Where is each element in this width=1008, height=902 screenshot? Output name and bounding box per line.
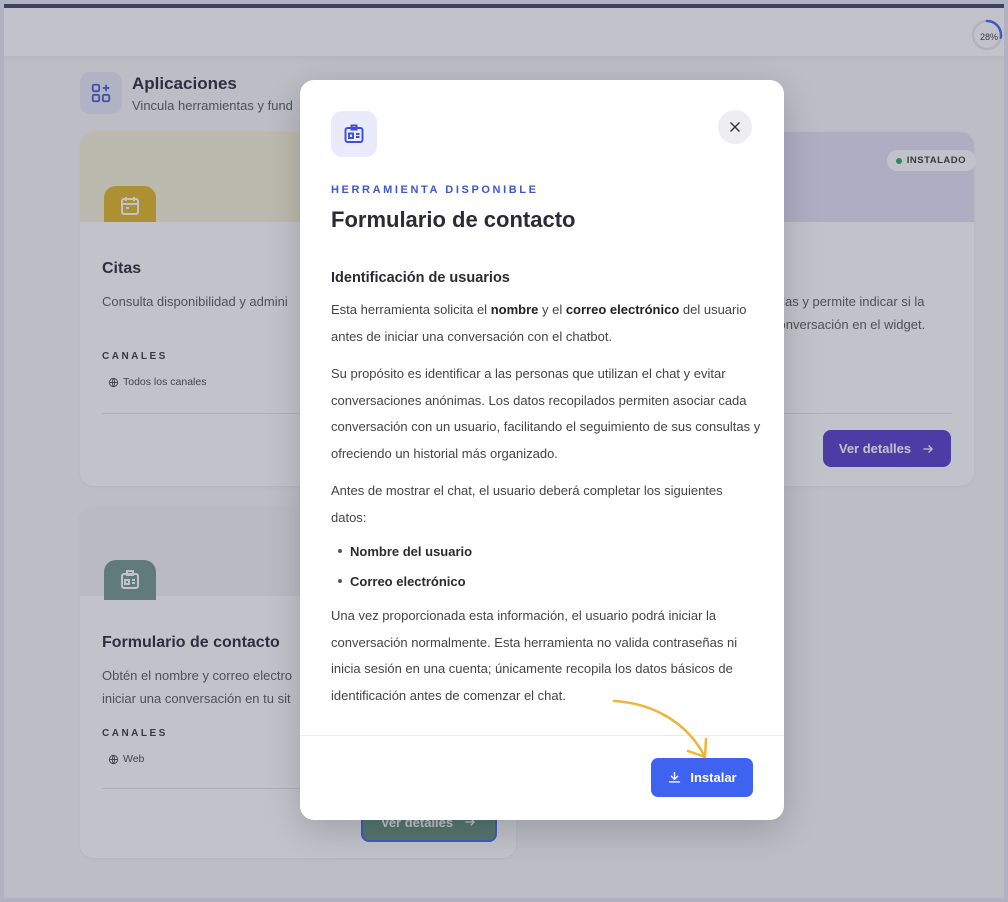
text: y el xyxy=(538,302,566,317)
paragraph: Su propósito es identificar a las person… xyxy=(331,366,761,461)
modal-eyebrow: HERRAMIENTA DISPONIBLE xyxy=(331,184,539,196)
close-button[interactable] xyxy=(718,110,752,144)
modal-title: Formulario de contacto xyxy=(331,207,576,232)
text-bold: correo electrónico xyxy=(565,302,680,317)
install-button-label: Instalar xyxy=(690,770,737,785)
paragraph: Una vez proporcionada esta información, … xyxy=(331,608,738,703)
text-bold: nombre xyxy=(490,302,539,317)
list-item: Correo electrónico xyxy=(331,572,761,591)
text: Esta herramienta solicita el xyxy=(331,302,491,317)
close-icon xyxy=(730,122,740,132)
paragraph: Antes de mostrar el chat, el usuario deb… xyxy=(331,483,723,525)
download-icon xyxy=(669,771,681,783)
pointer-arrow-annotation xyxy=(612,699,708,759)
section-heading: Identificación de usuarios xyxy=(331,270,510,286)
required-fields-list: Nombre del usuario Correo electrónico xyxy=(331,542,761,591)
contact-card-icon xyxy=(331,111,377,157)
modal-body: Identificación de usuarios Esta herramie… xyxy=(331,270,761,720)
list-item: Nombre del usuario xyxy=(331,542,761,561)
paragraph: Esta herramienta solicita el nombre y el… xyxy=(331,297,761,350)
